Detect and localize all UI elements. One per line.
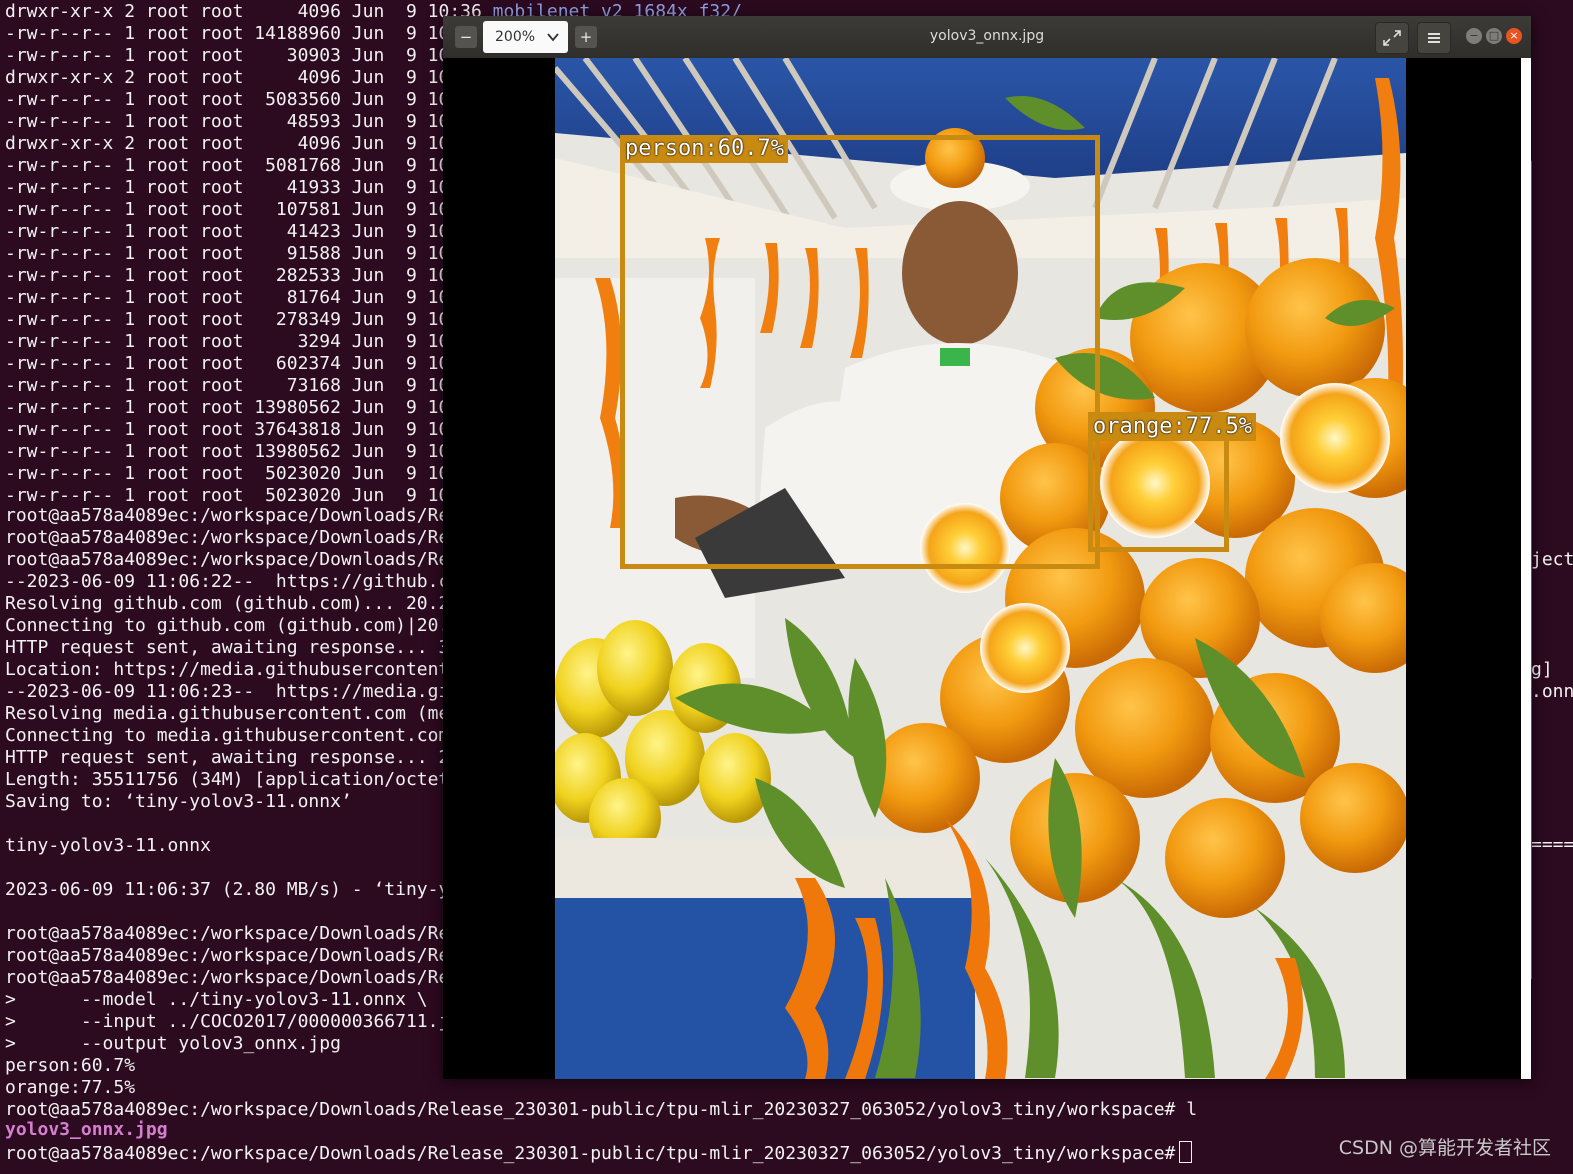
terminal-line: root@aa578a4089ec:/workspace/Downloads/R… [5, 945, 482, 966]
listing-row: -rw-r--r-- 1 root root 107581 Jun 9 10:3… [5, 199, 482, 220]
person-detection-box [620, 135, 1100, 569]
terminal-line: root@aa578a4089ec:/workspace/Downloads/R… [5, 923, 482, 944]
listing-row: -rw-r--r-- 1 root root 30903 Jun 9 10:36 [5, 45, 482, 66]
listing-row: -rw-r--r-- 1 root root 41423 Jun 9 10:36 [5, 221, 482, 242]
minimize-icon[interactable]: − [1466, 28, 1482, 44]
maximize-icon[interactable]: □ [1486, 28, 1502, 44]
viewer-scrollbar[interactable] [1521, 58, 1531, 1079]
listing-row: -rw-r--r-- 1 root root 278349 Jun 9 10:5… [5, 309, 482, 330]
listing-row: -rw-r--r-- 1 root root 91588 Jun 9 10:59 [5, 243, 482, 264]
listing-row: -rw-r--r-- 1 root root 5081768 Jun 9 10:… [5, 155, 482, 176]
terminal-line: HTTP request sent, awaiting response... … [5, 637, 471, 658]
close-icon[interactable]: × [1506, 28, 1522, 44]
listing-row: -rw-r--r-- 1 root root 3294 Jun 9 10:45 [5, 331, 482, 352]
right-fragment: ject [1531, 549, 1573, 570]
orange-detection-label: orange:77.5% [1089, 413, 1256, 441]
listing-row: -rw-r--r-- 1 root root 14188960 Jun 9 10… [5, 23, 482, 44]
command-prompt[interactable]: root@aa578a4089ec:/workspace/Downloads/R… [5, 1141, 1193, 1164]
listing-row: -rw-r--r-- 1 root root 81764 Jun 9 10:55 [5, 287, 482, 308]
terminal-line: HTTP request sent, awaiting response... … [5, 747, 471, 768]
terminal-line: orange:77.5% [5, 1077, 136, 1098]
window-title: yolov3_onnx.jpg [929, 28, 1045, 44]
terminal-line: > --input ../COCO2017/000000366711.jpg [5, 1011, 471, 1032]
terminal-line: person:60.7% [5, 1055, 136, 1076]
listing-row: -rw-r--r-- 1 root root 48593 Jun 9 10:59 [5, 111, 482, 132]
image-viewer-window[interactable]: − 200% + yolov3_onnx.jpg − □ × person:60… [443, 16, 1531, 1079]
output-file-name: yolov3_onnx.jpg [5, 1119, 168, 1140]
listing-row: -rw-r--r-- 1 root root 73168 Jun 9 10:25 [5, 375, 482, 396]
expand-icon [1376, 30, 1408, 57]
listing-row: -rw-r--r-- 1 root root 602374 Jun 9 10:5… [5, 353, 482, 374]
listing-row: -rw-r--r-- 1 root root 37643818 Jun 9 10… [5, 419, 482, 440]
watermark: CSDN @算能开发者社区 [1338, 1137, 1551, 1159]
listing-row: -rw-r--r-- 1 root root 5023020 Jun 9 10:… [5, 485, 482, 506]
terminal-line: root@aa578a4089ec:/workspace/Downloads/R… [5, 549, 482, 570]
terminal-line: Connecting to github.com (github.com)|20… [5, 615, 482, 636]
listing-row: -rw-r--r-- 1 root root 13980562 Jun 9 10… [5, 397, 482, 418]
right-fragment: g] [1531, 659, 1553, 680]
terminal-line: --2023-06-09 11:06:22-- https://github.c… [5, 571, 482, 592]
text-cursor [1179, 1141, 1193, 1163]
right-fragment: .onn [1531, 681, 1573, 702]
image-canvas[interactable]: person:60.7% orange:77.5% [443, 58, 1531, 1079]
terminal-line: 2023-06-09 11:06:37 (2.80 MB/s) - ‘tiny-… [5, 879, 482, 900]
listing-row: -rw-r--r-- 1 root root 41933 Jun 9 10:55 [5, 177, 482, 198]
listing-row: -rw-r--r-- 1 root root 282533 Jun 9 10:5… [5, 265, 482, 286]
hamburger-icon [1418, 33, 1450, 57]
terminal-line: root@aa578a4089ec:/workspace/Downloads/R… [5, 1099, 1198, 1120]
terminal-line: root@aa578a4089ec:/workspace/Downloads/R… [5, 527, 482, 548]
terminal-line: Location: https://media.githubuserconten… [5, 659, 482, 680]
terminal-line: Saving to: ‘tiny-yolov3-11.onnx’ [5, 791, 352, 812]
terminal-line: Resolving media.githubusercontent.com (m… [5, 703, 482, 724]
listing-row: -rw-r--r-- 1 root root 5023020 Jun 9 10:… [5, 463, 482, 484]
listing-row: -rw-r--r-- 1 root root 5083560 Jun 9 10:… [5, 89, 482, 110]
listing-row: drwxr-xr-x 2 root root 4096 Jun 9 10:55 [5, 133, 482, 154]
terminal-line: tiny-yolov3-11.onnx [5, 835, 211, 856]
listing-row: -rw-r--r-- 1 root root 13980562 Jun 9 10… [5, 441, 482, 462]
terminal-line: Resolving github.com (github.com)... 20.… [5, 593, 482, 614]
terminal-line: Length: 35511756 (34M) [application/octe… [5, 769, 482, 790]
listing-row: drwxr-xr-x 2 root root 4096 Jun 9 10:36 [5, 1, 482, 22]
right-fragment: ==== [1531, 834, 1573, 855]
terminal-line: > --model ../tiny-yolov3-11.onnx \ [5, 989, 428, 1010]
detection-image: person:60.7% orange:77.5% [555, 58, 1406, 1079]
viewer-header: − 200% + yolov3_onnx.jpg − □ × [443, 16, 1531, 59]
menu-button[interactable] [1417, 22, 1451, 54]
listing-row: drwxr-xr-x 2 root root 4096 Jun 9 10:59 [5, 67, 482, 88]
terminal-line: > --output yolov3_onnx.jpg [5, 1033, 341, 1054]
terminal-line: Connecting to media.githubusercontent.co… [5, 725, 482, 746]
terminal-line: --2023-06-09 11:06:23-- https://media.gi… [5, 681, 482, 702]
terminal-line: root@aa578a4089ec:/workspace/Downloads/R… [5, 967, 482, 988]
person-detection-label: person:60.7% [621, 135, 788, 163]
terminal-line: root@aa578a4089ec:/workspace/Downloads/R… [5, 505, 482, 526]
fullscreen-button[interactable] [1375, 22, 1409, 54]
